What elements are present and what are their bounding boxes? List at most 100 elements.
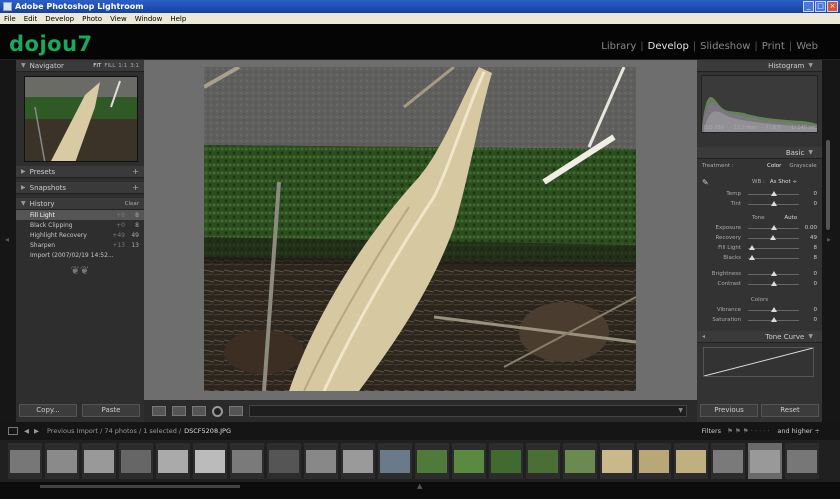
filmstrip-thumbnail[interactable] — [8, 443, 42, 479]
filters-label[interactable]: Filters — [702, 427, 721, 435]
filmstrip-thumbnail[interactable] — [452, 443, 486, 479]
module-library[interactable]: Library — [597, 41, 640, 52]
main-photo[interactable] — [204, 67, 636, 391]
filmstrip-thumbnail[interactable] — [785, 443, 819, 479]
menu-help[interactable]: Help — [166, 15, 190, 23]
add-snapshot-icon[interactable]: + — [132, 183, 139, 192]
history-clear-button[interactable]: Clear — [125, 201, 139, 207]
minimize-button[interactable]: _ — [803, 1, 814, 12]
filmstrip-thumbnail[interactable] — [267, 443, 301, 479]
filmstrip-thumbnail[interactable] — [415, 443, 449, 479]
tone-slider-track[interactable] — [748, 224, 799, 230]
zoom-3-1[interactable]: 3:1 — [130, 63, 139, 69]
navigator-header[interactable]: ▼ Navigator FIT FILL 1:1 3:1 — [16, 60, 144, 72]
copy-button[interactable]: Copy... — [19, 404, 77, 417]
filmstrip-thumbnail[interactable] — [341, 443, 375, 479]
tone-slider-knob[interactable] — [749, 254, 756, 260]
tone-curve-header[interactable]: ◂ Tone Curve ▼ — [697, 331, 822, 343]
color-slider-value[interactable]: 0 — [803, 317, 818, 323]
toolbar-content-field[interactable]: ▼ — [249, 405, 687, 417]
filmstrip-thumbnail[interactable] — [82, 443, 116, 479]
wb-slider-track[interactable] — [748, 200, 799, 206]
filmstrip-thumbnail[interactable] — [748, 443, 782, 479]
wb-slider-value[interactable]: 0 — [803, 201, 818, 207]
filmstrip-source-info[interactable]: Previous Import / 74 photos / 1 selected… — [47, 427, 181, 435]
filmstrip-thumbnail[interactable] — [711, 443, 745, 479]
crop-tool-icon[interactable] — [192, 406, 206, 416]
filmstrip-thumbnail[interactable] — [45, 443, 79, 479]
history-item[interactable]: Sharpen +13 13 — [16, 240, 144, 250]
wb-slider-track[interactable] — [748, 190, 799, 196]
history-header[interactable]: ▼ History Clear — [16, 198, 144, 210]
rating-filter-select[interactable]: and higher ÷ — [777, 427, 820, 435]
tone-slider-knob[interactable] — [749, 244, 756, 250]
filmstrip-thumbnail[interactable] — [193, 443, 227, 479]
module-slideshow[interactable]: Slideshow — [696, 41, 754, 52]
history-item[interactable]: Fill Light +8 8 — [16, 210, 144, 220]
color-slider-knob[interactable] — [770, 316, 777, 322]
tone-slider-value[interactable]: 8 — [803, 255, 818, 261]
tone-auto-button[interactable]: Auto — [784, 215, 797, 221]
paste-button[interactable]: Paste — [82, 404, 140, 417]
view-mode-loupe-icon[interactable] — [152, 406, 166, 416]
filmstrip[interactable] — [0, 440, 840, 482]
close-button[interactable]: × — [827, 1, 838, 12]
chevron-down-icon[interactable]: ▼ — [678, 407, 683, 414]
tone-slider-knob[interactable] — [770, 224, 777, 230]
presence-slider-knob[interactable] — [770, 280, 777, 286]
filmstrip-thumbnail[interactable] — [600, 443, 634, 479]
before-after-icon[interactable] — [172, 406, 186, 416]
tone-curve-graph[interactable] — [703, 347, 814, 377]
color-slider-value[interactable]: 0 — [803, 307, 818, 313]
filmstrip-thumbnail[interactable] — [637, 443, 671, 479]
wb-slider-knob[interactable] — [770, 190, 777, 196]
presence-slider-knob[interactable] — [770, 270, 777, 276]
navigator-preview[interactable] — [24, 76, 138, 162]
nav-forward-icon[interactable]: ▶ — [34, 427, 39, 435]
collapse-left-icon[interactable]: ◂ — [5, 235, 9, 244]
filmstrip-thumbnail[interactable] — [489, 443, 523, 479]
color-slider-track[interactable] — [748, 306, 799, 312]
histogram-header[interactable]: Histogram ▼ — [697, 60, 822, 72]
tone-slider-value[interactable]: 8 — [803, 245, 818, 251]
previous-button[interactable]: Previous — [700, 404, 758, 417]
zoom-fill[interactable]: FILL — [104, 63, 115, 69]
presence-slider-value[interactable]: 0 — [803, 271, 818, 277]
tone-slider-track[interactable] — [748, 254, 799, 260]
menu-view[interactable]: View — [106, 15, 131, 23]
menu-photo[interactable]: Photo — [78, 15, 106, 23]
filmstrip-scroll-thumb[interactable] — [40, 485, 240, 488]
tone-slider-knob[interactable] — [769, 234, 776, 240]
tone-slider-track[interactable] — [748, 234, 799, 240]
module-develop[interactable]: Develop — [644, 41, 693, 52]
snapshots-header[interactable]: ▶ Snapshots + — [16, 182, 144, 194]
filmstrip-scrollbar[interactable]: ▲ — [0, 482, 840, 499]
red-eye-tool-icon[interactable] — [212, 405, 223, 417]
tone-slider-value[interactable]: 49 — [803, 235, 817, 241]
filmstrip-thumbnail[interactable] — [156, 443, 190, 479]
nav-back-icon[interactable]: ◀ — [24, 427, 29, 435]
eyedropper-icon[interactable]: ✎ — [702, 178, 716, 187]
filmstrip-thumbnail[interactable] — [119, 443, 153, 479]
history-item[interactable]: Import (2007/02/19 14:52... — [16, 250, 144, 260]
zoom-fit[interactable]: FIT — [93, 63, 101, 69]
filmstrip-thumbnail[interactable] — [526, 443, 560, 479]
add-preset-icon[interactable]: + — [132, 167, 139, 176]
white-balance-tool-icon[interactable] — [229, 406, 243, 416]
collapse-right-icon[interactable]: ▸ — [827, 235, 831, 244]
left-panel-gutter[interactable]: ◂ — [0, 60, 16, 422]
filmstrip-thumbnail[interactable] — [674, 443, 708, 479]
grid-view-icon[interactable] — [8, 427, 18, 435]
menu-edit[interactable]: Edit — [20, 15, 42, 23]
zoom-1-1[interactable]: 1:1 — [118, 63, 127, 69]
module-print[interactable]: Print — [758, 41, 789, 52]
presets-header[interactable]: ▶ Presets + — [16, 166, 144, 178]
treatment-grayscale-option[interactable]: Grayscale — [789, 163, 816, 169]
basic-header[interactable]: Basic ▼ — [697, 147, 822, 159]
wb-slider-value[interactable]: 0 — [803, 191, 818, 197]
presence-slider-track[interactable] — [748, 280, 799, 286]
flag-filter-icons[interactable]: ⚑ ⚑ ⚑ · · · · · — [727, 427, 769, 435]
right-panel-gutter[interactable]: ▸ — [822, 60, 840, 422]
filmstrip-thumbnail[interactable] — [563, 443, 597, 479]
menu-develop[interactable]: Develop — [41, 15, 78, 23]
